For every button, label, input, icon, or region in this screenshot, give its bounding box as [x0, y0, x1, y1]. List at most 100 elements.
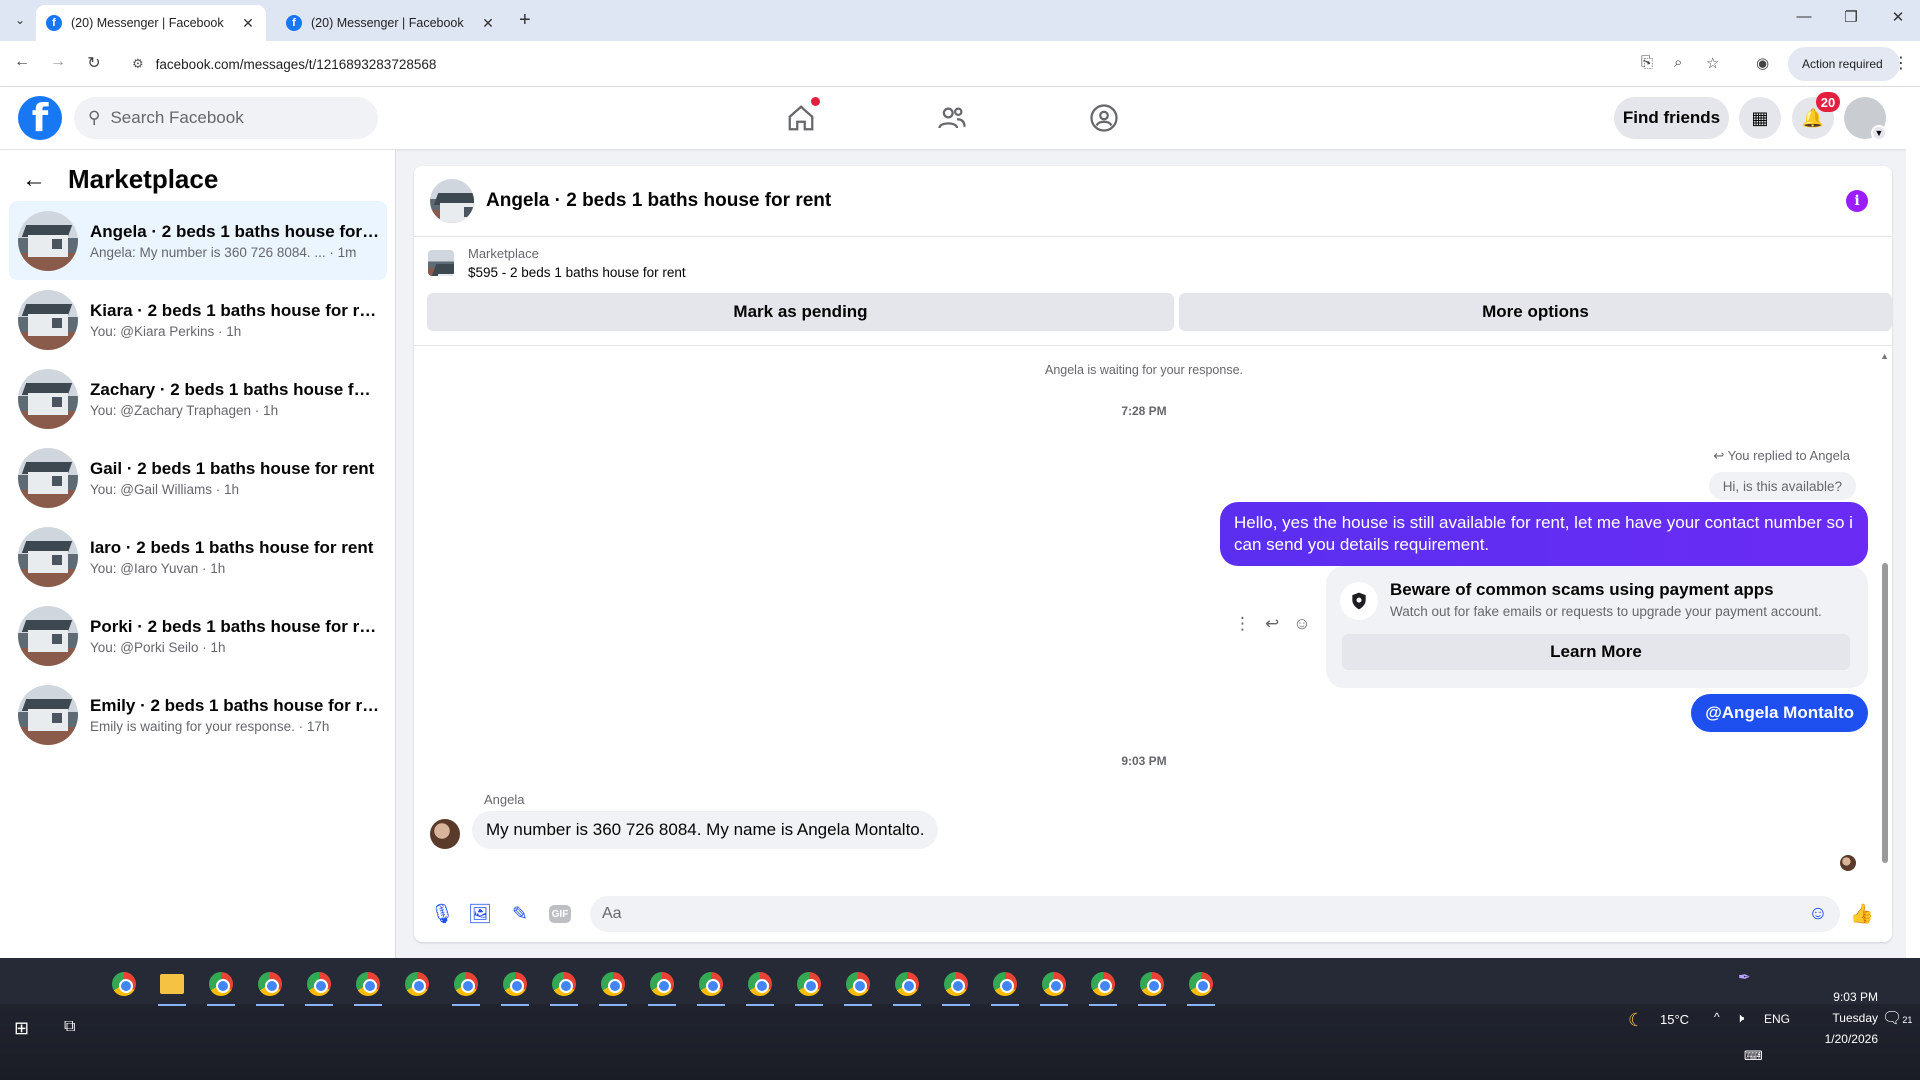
more-options-button[interactable]: More options: [1179, 293, 1892, 331]
conversation-preview: You: @Gail Williams · 1h: [90, 481, 240, 497]
action-required-button[interactable]: Action required: [1788, 47, 1900, 81]
tab-close-icon[interactable]: ✕: [240, 15, 256, 32]
quoted-message[interactable]: Hi, is this available?: [1708, 472, 1856, 500]
conversation-item[interactable]: Gail · 2 beds 1 baths house for rent You:…: [9, 438, 387, 517]
conversation-item[interactable]: Porki · 2 beds 1 baths house for rent You…: [9, 596, 387, 675]
conversation-item[interactable]: Iaro · 2 beds 1 baths house for rent You:…: [9, 517, 387, 596]
address-bar[interactable]: ⚙ facebook.com/messages/t/12168932837285…: [122, 47, 1722, 81]
browser-tab-2[interactable]: f (20) Messenger | Facebook ✕: [276, 5, 506, 41]
minimize-icon[interactable]: —: [1792, 8, 1816, 25]
conversation-item[interactable]: Kiara · 2 beds 1 baths house for rent You…: [9, 280, 387, 359]
chevron-up-icon[interactable]: ^: [1714, 1010, 1720, 1024]
chrome-icon[interactable]: [203, 966, 239, 1006]
groups-nav-icon[interactable]: [1087, 101, 1121, 135]
message-input[interactable]: [590, 896, 1840, 932]
app-icon[interactable]: [106, 966, 142, 1002]
chrome-icon[interactable]: [1036, 966, 1072, 1006]
bookmark-star-icon[interactable]: ☆: [1706, 54, 1719, 72]
restore-icon[interactable]: ❐: [1839, 8, 1863, 26]
clock-date[interactable]: 1/20/2026: [1808, 1032, 1878, 1046]
chrome-icon[interactable]: [1134, 966, 1170, 1006]
learn-more-button[interactable]: Learn More: [1342, 634, 1850, 670]
thumbs-up-icon[interactable]: 👍: [1848, 900, 1876, 928]
chrome-icon[interactable]: [350, 966, 386, 1006]
zoom-icon[interactable]: ⌕: [1674, 54, 1682, 71]
chrome-icon[interactable]: [987, 966, 1023, 1006]
clock-time[interactable]: 9:03 PM: [1808, 990, 1878, 1004]
profile-icon[interactable]: ◉: [1756, 54, 1769, 72]
browser-menu-icon[interactable]: ⋮: [1893, 53, 1909, 73]
mention-message[interactable]: @Angela Montalto: [1691, 694, 1868, 732]
language-indicator[interactable]: ENG: [1764, 1012, 1790, 1026]
incoming-message[interactable]: My number is 360 726 8084. My name is An…: [472, 811, 939, 849]
find-friends-button[interactable]: Find friends: [1614, 97, 1729, 139]
emoji-icon[interactable]: ☺: [1804, 900, 1832, 928]
forward-icon[interactable]: →: [47, 53, 69, 71]
tab-search-icon[interactable]: ⌄: [9, 9, 31, 31]
chrome-icon[interactable]: [399, 966, 435, 1002]
sticker-icon[interactable]: ✎: [506, 900, 534, 928]
conversation-item[interactable]: Zachary · 2 beds 1 baths house for ... Yo…: [9, 359, 387, 438]
chrome-icon[interactable]: [1085, 966, 1121, 1006]
file-explorer-icon[interactable]: [154, 966, 190, 1006]
microphone-icon[interactable]: 🎙: [428, 900, 456, 928]
chrome-icon[interactable]: [644, 966, 680, 1006]
chrome-icon[interactable]: [448, 966, 484, 1006]
tab-close-icon[interactable]: ✕: [480, 15, 496, 32]
reload-icon[interactable]: ↻: [83, 53, 105, 73]
browser-tab-1[interactable]: f (20) Messenger | Facebook ✕: [36, 5, 266, 41]
avatar[interactable]: [430, 819, 460, 849]
chevron-down-icon[interactable]: ▼: [1871, 125, 1887, 141]
notifications-bell-icon[interactable]: 🔔 20: [1792, 92, 1840, 139]
conversation-item[interactable]: Emily · 2 beds 1 baths house for rent Emi…: [9, 675, 387, 754]
network-icon[interactable]: ⌨: [1744, 1048, 1763, 1064]
home-nav-icon[interactable]: [784, 97, 820, 135]
clock-day[interactable]: Tuesday: [1808, 1011, 1878, 1025]
page-scrollbar[interactable]: [1906, 87, 1920, 958]
back-icon[interactable]: ←: [11, 53, 33, 71]
reply-icon[interactable]: ↩: [1265, 614, 1279, 634]
weather-temp[interactable]: 15°C: [1660, 1012, 1689, 1027]
pen-icon[interactable]: ✒: [1738, 968, 1751, 986]
friends-nav-icon[interactable]: [935, 101, 969, 135]
chat-title[interactable]: Angela · 2 beds 1 baths house for rent: [486, 190, 831, 212]
chrome-icon[interactable]: [840, 966, 876, 1006]
chrome-icon[interactable]: [497, 966, 533, 1006]
weather-moon-icon[interactable]: ☾: [1628, 1010, 1644, 1031]
gif-icon[interactable]: GIF: [546, 900, 574, 928]
chrome-icon[interactable]: [938, 966, 974, 1006]
mark-as-pending-button[interactable]: Mark as pending: [427, 293, 1174, 331]
info-icon[interactable]: i: [1846, 190, 1868, 212]
chrome-icon[interactable]: [742, 966, 778, 1006]
search-box[interactable]: ⚲ Search Facebook: [74, 97, 378, 139]
react-emoji-icon[interactable]: ☺: [1293, 614, 1310, 634]
chrome-icon[interactable]: [1183, 966, 1219, 1006]
chrome-icon[interactable]: [301, 966, 337, 1006]
notification-center-icon[interactable]: 🗨21: [1882, 1008, 1912, 1028]
chrome-icon[interactable]: [791, 966, 827, 1006]
scroll-up-icon[interactable]: ▲: [1880, 351, 1889, 361]
scroll-thumb[interactable]: [1882, 563, 1888, 863]
close-window-icon[interactable]: ✕: [1886, 8, 1910, 26]
listing-summary[interactable]: Marketplace $595 - 2 beds 1 baths house …: [428, 246, 686, 280]
site-info-icon[interactable]: ⚙: [132, 56, 144, 72]
more-icon[interactable]: ⋮: [1234, 614, 1251, 634]
windows-start-icon[interactable]: ⊞: [14, 1018, 29, 1039]
photo-icon[interactable]: 🖼: [466, 900, 494, 928]
listing-avatar[interactable]: [430, 179, 474, 223]
new-tab-icon[interactable]: +: [519, 9, 531, 32]
chrome-icon[interactable]: [252, 966, 288, 1006]
task-view-icon[interactable]: ⧉: [64, 1018, 75, 1036]
chrome-icon[interactable]: [546, 966, 582, 1006]
back-arrow-icon[interactable]: ←: [22, 166, 46, 194]
menu-grid-icon[interactable]: ▦: [1739, 97, 1781, 139]
chrome-icon[interactable]: [595, 966, 631, 1006]
conversation-item[interactable]: Angela · 2 beds 1 baths house for r... An…: [9, 201, 387, 280]
volume-icon[interactable]: 🕨: [1736, 1010, 1744, 1026]
facebook-logo-icon[interactable]: f: [18, 96, 62, 140]
install-app-icon[interactable]: ⎘: [1641, 54, 1653, 71]
chrome-icon[interactable]: [889, 966, 925, 1006]
outgoing-message[interactable]: Hello, yes the house is still available …: [1220, 502, 1868, 566]
windows-taskbar: ✒ ⊞ ⧉ ☾ 15°C ^ 🕨 ENG ⌨ 9:03 PM Tuesday 1…: [0, 958, 1920, 1080]
chrome-icon[interactable]: [693, 966, 729, 1006]
